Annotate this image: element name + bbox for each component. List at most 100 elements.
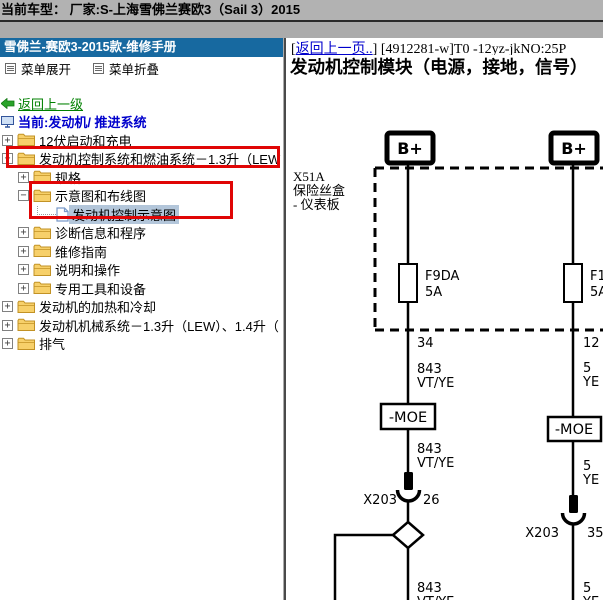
wire-color-left-bottom: VT/YE — [417, 595, 454, 600]
document-icon — [56, 207, 69, 222]
folder-icon — [17, 152, 35, 165]
tree-item-label[interactable]: 诊断信息和程序 — [52, 224, 149, 243]
wire-color-right-mid: YE — [582, 473, 599, 488]
wire-circuit-left-bottom: 843 — [417, 581, 442, 596]
current-node-row: 当前:发动机/ 推进系统 — [0, 113, 283, 132]
menu-expand-all-button[interactable]: 菜单展开 — [5, 59, 71, 78]
fuse-name-left: F9DA — [425, 269, 460, 284]
folder-icon — [33, 189, 51, 202]
sidebar-item-5[interactable]: + 诊断信息和程序 — [0, 224, 283, 243]
connector-socket-left — [395, 489, 422, 503]
fuse-name-right: F1 — [590, 269, 603, 284]
expand-toggle-icon[interactable]: + — [2, 134, 13, 146]
wire-circuit-left-mid: 843 — [417, 442, 442, 457]
tree-item-label[interactable]: 说明和操作 — [52, 261, 123, 280]
pin-number-right: 12 — [583, 336, 600, 351]
sidebar-item-6[interactable]: + 维修指南 — [0, 242, 283, 261]
tree-item-label[interactable]: 排气 — [36, 335, 68, 354]
wiring-diagram: X51A 保险丝盒 - 仪表板 B+ F9DA 5A 34 843 VT/YE … — [293, 130, 603, 600]
fuse-rating-right: 5A — [590, 285, 603, 300]
folder-icon — [33, 281, 51, 295]
expand-toggle-icon[interactable]: + — [2, 319, 13, 331]
wire-branch-left — [333, 533, 393, 600]
connector-pin-left: 26 — [423, 493, 440, 508]
sidebar-item-0[interactable]: +12伏启动和充电 — [0, 131, 283, 150]
tree-item-label[interactable]: 12伏启动和充电 — [36, 131, 134, 150]
sidebar-menubar: 菜单展开 菜单折叠 — [0, 57, 283, 80]
pin-number-left: 34 — [417, 336, 434, 351]
green-back-arrow-icon — [1, 97, 15, 109]
connector-name-left: X203 — [363, 493, 397, 508]
wire-circuit-left-top: 843 — [417, 362, 442, 377]
wire-circuit-right-top: 5 — [583, 361, 591, 376]
sidebar-item-3[interactable]: − 示意图和布线图 — [0, 187, 283, 206]
tree-item-label[interactable]: 规格 — [52, 168, 84, 187]
navigation-tree: 返回上一级 当前:发动机/ 推进系统 +12伏启动和充电 − 发动机控制系统和燃油系… — [0, 94, 283, 353]
menu-collapse-label: 菜单折叠 — [109, 63, 160, 77]
wire-color-left-top: VT/YE — [417, 376, 454, 391]
connector-name-right: X203 — [525, 526, 559, 541]
wire-circuit-right-mid: 5 — [583, 459, 591, 474]
folder-icon — [33, 244, 51, 258]
computer-icon — [1, 115, 14, 128]
connector-socket-right — [560, 512, 587, 526]
tree-item-label[interactable]: 示意图和布线图 — [52, 187, 149, 206]
menu-list-icon — [93, 63, 105, 74]
tree-item-label[interactable]: 发动机的加热和冷却 — [36, 298, 159, 317]
menu-collapse-all-button[interactable]: 菜单折叠 — [93, 59, 159, 78]
expand-toggle-icon[interactable]: + — [18, 264, 29, 276]
moe-label-right: -MOE — [555, 422, 593, 438]
wire-color-right-bottom: YE — [582, 595, 599, 600]
expand-toggle-icon[interactable]: − — [18, 190, 29, 202]
fuse-symbol-left — [398, 263, 418, 303]
wire-color-left-mid: VT/YE — [417, 456, 454, 471]
sidebar-item-4[interactable]: 发动机控制示意图 — [0, 205, 283, 224]
current-node-label: 当前:发动机/ 推进系统 — [18, 115, 147, 131]
sidebar: 雪佛兰-赛欧3-2015款-维修手册 菜单展开 菜单折叠 返回上一级 当前:发动… — [0, 38, 283, 600]
sidebar-item-11[interactable]: + 排气 — [0, 335, 283, 354]
sidebar-item-9[interactable]: + 发动机的加热和冷却 — [0, 298, 283, 317]
tree-item-label[interactable]: 专用工具和设备 — [52, 279, 149, 298]
moe-label-left: -MOE — [389, 410, 427, 426]
menu-expand-label: 菜单展开 — [21, 63, 72, 77]
wire-circuit-right-bottom: 5 — [583, 581, 591, 596]
back-up-level-row[interactable]: 返回上一级 — [0, 94, 283, 113]
sidebar-item-7[interactable]: + 说明和操作 — [0, 261, 283, 280]
back-up-level-link[interactable]: 返回上一级 — [15, 94, 83, 113]
menu-list-icon — [5, 63, 16, 74]
tree-item-label[interactable]: 发动机控制系统和燃油系统－1.3升（LEW — [36, 150, 283, 169]
folder-icon — [17, 337, 35, 350]
sidebar-item-1[interactable]: − 发动机控制系统和燃油系统－1.3升（LEW — [0, 150, 283, 169]
folder-icon — [17, 300, 35, 313]
folder-icon — [33, 263, 51, 276]
folder-icon — [33, 226, 51, 239]
tree-item-label[interactable]: 维修指南 — [52, 242, 110, 261]
expand-toggle-icon[interactable]: − — [2, 153, 13, 165]
fuse-symbol-right — [563, 263, 583, 303]
expand-toggle-icon[interactable]: + — [18, 245, 29, 257]
folder-icon — [17, 318, 35, 332]
expand-toggle-icon[interactable]: + — [2, 301, 13, 313]
tree-item-label[interactable]: 发动机控制示意图 — [69, 205, 180, 224]
b-plus-label-left: B+ — [397, 139, 423, 158]
expand-toggle-icon[interactable]: + — [2, 338, 13, 350]
fusebox-label-line1: X51A — [293, 169, 325, 184]
sidebar-item-10[interactable]: + 发动机机械系统－1.3升（LEW）、1.4升（ — [0, 316, 283, 335]
fusebox-label-line3: - 仪表板 — [293, 197, 340, 212]
sidebar-item-8[interactable]: + 专用工具和设备 — [0, 279, 283, 298]
folder-icon — [33, 170, 51, 184]
current-vehicle-bar: 当前车型： 厂家:S-上海雪佛兰赛欧3（Sail 3）2015 — [0, 0, 603, 22]
connector-plug-left — [404, 472, 413, 490]
connector-pin-right: 35 — [587, 526, 603, 541]
fusebox-label-line2: 保险丝盒 — [293, 183, 345, 198]
manual-title: 雪佛兰-赛欧3-2015款-维修手册 — [0, 38, 283, 57]
expand-toggle-icon[interactable]: + — [18, 282, 29, 294]
splice-diamond — [391, 520, 425, 550]
expand-toggle-icon[interactable]: + — [18, 227, 29, 239]
tree-item-label[interactable]: 发动机机械系统－1.3升（LEW）、1.4升（ — [36, 316, 282, 335]
expand-toggle-icon[interactable]: + — [18, 171, 29, 183]
folder-icon — [17, 133, 35, 147]
fuse-rating-left: 5A — [425, 285, 442, 300]
sidebar-item-2[interactable]: + 规格 — [0, 168, 283, 187]
b-plus-label-right: B+ — [561, 139, 587, 158]
